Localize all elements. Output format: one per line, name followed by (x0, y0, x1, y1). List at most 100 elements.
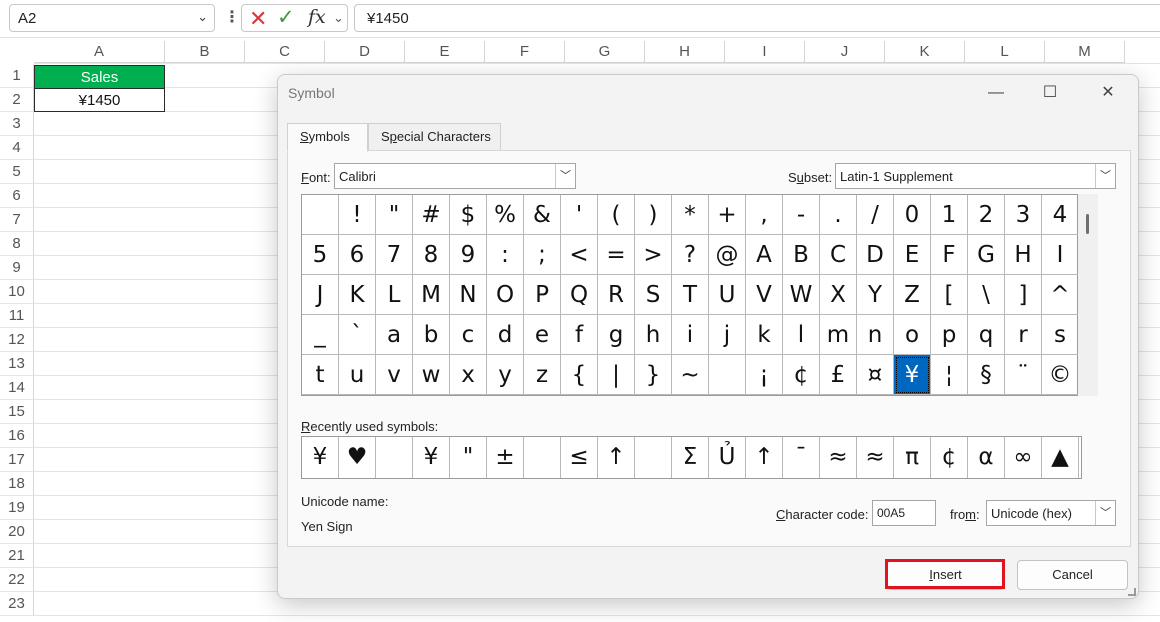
symbol-cell[interactable]: R (598, 275, 635, 315)
tab-special-characters[interactable]: Special Characters (368, 123, 501, 151)
recent-symbol-cell[interactable]: ≈ (820, 437, 857, 478)
symbol-cell[interactable]: d (487, 315, 524, 355)
symbol-cell[interactable]: I (1042, 235, 1079, 275)
symbol-cell[interactable]: ¥ (894, 355, 931, 395)
symbol-cell[interactable]: L (376, 275, 413, 315)
symbol-cell[interactable]: : (487, 235, 524, 275)
recent-symbol-cell[interactable]: Ủ (709, 437, 746, 478)
symbol-cell[interactable]: h (635, 315, 672, 355)
symbol-cell[interactable]: T (672, 275, 709, 315)
column-header-k[interactable]: K (885, 41, 965, 63)
from-select[interactable]: Unicode (hex) ﹀ (986, 500, 1116, 526)
symbol-cell[interactable]: £ (820, 355, 857, 395)
symbol-cell[interactable]: @ (709, 235, 746, 275)
symbol-cell[interactable]: m (820, 315, 857, 355)
symbol-cell[interactable]: C (820, 235, 857, 275)
font-select[interactable]: Calibri ﹀ (334, 163, 576, 189)
row-header-13[interactable]: 13 (0, 352, 34, 376)
symbol-cell[interactable]: < (561, 235, 598, 275)
cancel-entry-icon[interactable]: ✕ (249, 6, 267, 32)
symbol-cell[interactable]: / (857, 195, 894, 235)
recent-symbol-cell[interactable]: ∞ (1005, 437, 1042, 478)
column-header-j[interactable]: J (805, 41, 885, 63)
column-header-g[interactable]: G (565, 41, 645, 63)
symbol-cell[interactable]: x (450, 355, 487, 395)
row-header-18[interactable]: 18 (0, 472, 34, 496)
cell-a2[interactable]: ¥1450 (34, 89, 165, 112)
recent-symbol-cell[interactable]: π (894, 437, 931, 478)
recent-symbol-cell[interactable]: ↑ (746, 437, 783, 478)
symbol-cell[interactable]: ' (561, 195, 598, 235)
symbol-cell[interactable]: ¤ (857, 355, 894, 395)
symbol-cell[interactable]: . (820, 195, 857, 235)
chevron-down-icon[interactable]: ⌄ (197, 9, 208, 25)
row-header-1[interactable]: 1 (0, 64, 34, 88)
chevron-down-icon[interactable]: ⌄ (333, 10, 344, 26)
symbol-cell[interactable]: 9 (450, 235, 487, 275)
symbol-cell[interactable]: W (783, 275, 820, 315)
recent-symbol-cell[interactable]: ≤ (561, 437, 598, 478)
column-header-d[interactable]: D (325, 41, 405, 63)
symbol-cell[interactable]: s (1042, 315, 1079, 355)
symbol-cell[interactable]: X (820, 275, 857, 315)
column-header-l[interactable]: L (965, 41, 1045, 63)
symbol-cell[interactable]: ` (339, 315, 376, 355)
column-header-h[interactable]: H (645, 41, 725, 63)
recent-symbol-cell[interactable]: ¥ (413, 437, 450, 478)
recent-symbol-cell[interactable] (376, 437, 413, 478)
symbol-cell[interactable]: " (376, 195, 413, 235)
symbol-cell[interactable]: j (709, 315, 746, 355)
symbol-cell[interactable]: % (487, 195, 524, 235)
symbol-cell[interactable]: © (1042, 355, 1079, 395)
symbol-cell[interactable]: r (1005, 315, 1042, 355)
symbol-cell[interactable]: z (524, 355, 561, 395)
symbol-cell[interactable]: k (746, 315, 783, 355)
recent-symbol-cell[interactable]: ¥ (302, 437, 339, 478)
symbol-cell[interactable]: ; (524, 235, 561, 275)
symbol-cell[interactable]: V (746, 275, 783, 315)
symbol-grid[interactable]: ! " # $% & '() * +, -./0 1 2 3 4 5 6 7 8 9:; < = >? @ A B C D E F G H… (301, 194, 1079, 396)
row-header-12[interactable]: 12 (0, 328, 34, 352)
symbol-cell[interactable]: b (413, 315, 450, 355)
row-header-3[interactable]: 3 (0, 112, 34, 136)
symbol-cell[interactable]: P (524, 275, 561, 315)
symbol-cell[interactable]: l (783, 315, 820, 355)
symbol-cell[interactable]: S (635, 275, 672, 315)
recent-symbol-cell[interactable]: α (968, 437, 1005, 478)
recent-symbol-cell[interactable] (524, 437, 561, 478)
row-header-11[interactable]: 11 (0, 304, 34, 328)
insert-function-icon[interactable]: fx (308, 6, 326, 28)
row-header-8[interactable]: 8 (0, 232, 34, 256)
symbol-cell[interactable]: 0 (894, 195, 931, 235)
symbol-cell[interactable]: D (857, 235, 894, 275)
column-header-b[interactable]: B (165, 41, 245, 63)
cancel-button[interactable]: Cancel (1017, 560, 1128, 590)
symbol-cell[interactable]: ] (1005, 275, 1042, 315)
symbol-cell[interactable]: ¨ (1005, 355, 1042, 395)
symbol-cell[interactable]: Q (561, 275, 598, 315)
row-header-6[interactable]: 6 (0, 184, 34, 208)
symbol-grid-scrollbar[interactable] (1078, 194, 1098, 396)
recent-symbol-cell[interactable]: ↑ (598, 437, 635, 478)
symbol-cell[interactable]: { (561, 355, 598, 395)
symbol-cell[interactable]: 3 (1005, 195, 1042, 235)
subset-select[interactable]: Latin-1 Supplement ﹀ (835, 163, 1116, 189)
symbol-cell[interactable]: K (339, 275, 376, 315)
recent-symbol-cell[interactable]: ± (487, 437, 524, 478)
recent-symbol-cell[interactable]: ˉ (783, 437, 820, 478)
symbol-cell[interactable]: | (598, 355, 635, 395)
symbol-cell[interactable]: $ (450, 195, 487, 235)
row-header-19[interactable]: 19 (0, 496, 34, 520)
symbol-cell[interactable]: 1 (931, 195, 968, 235)
symbol-cell[interactable]: p (931, 315, 968, 355)
symbol-cell[interactable]: § (968, 355, 1005, 395)
symbol-cell[interactable]: o (894, 315, 931, 355)
symbol-cell[interactable]: [ (931, 275, 968, 315)
row-header-23[interactable]: 23 (0, 592, 34, 616)
chevron-down-icon[interactable]: ﹀ (1095, 501, 1115, 525)
symbol-cell[interactable]: c (450, 315, 487, 355)
symbol-cell[interactable]: w (413, 355, 450, 395)
symbol-cell[interactable]: U (709, 275, 746, 315)
symbol-cell[interactable]: B (783, 235, 820, 275)
symbol-cell[interactable]: a (376, 315, 413, 355)
